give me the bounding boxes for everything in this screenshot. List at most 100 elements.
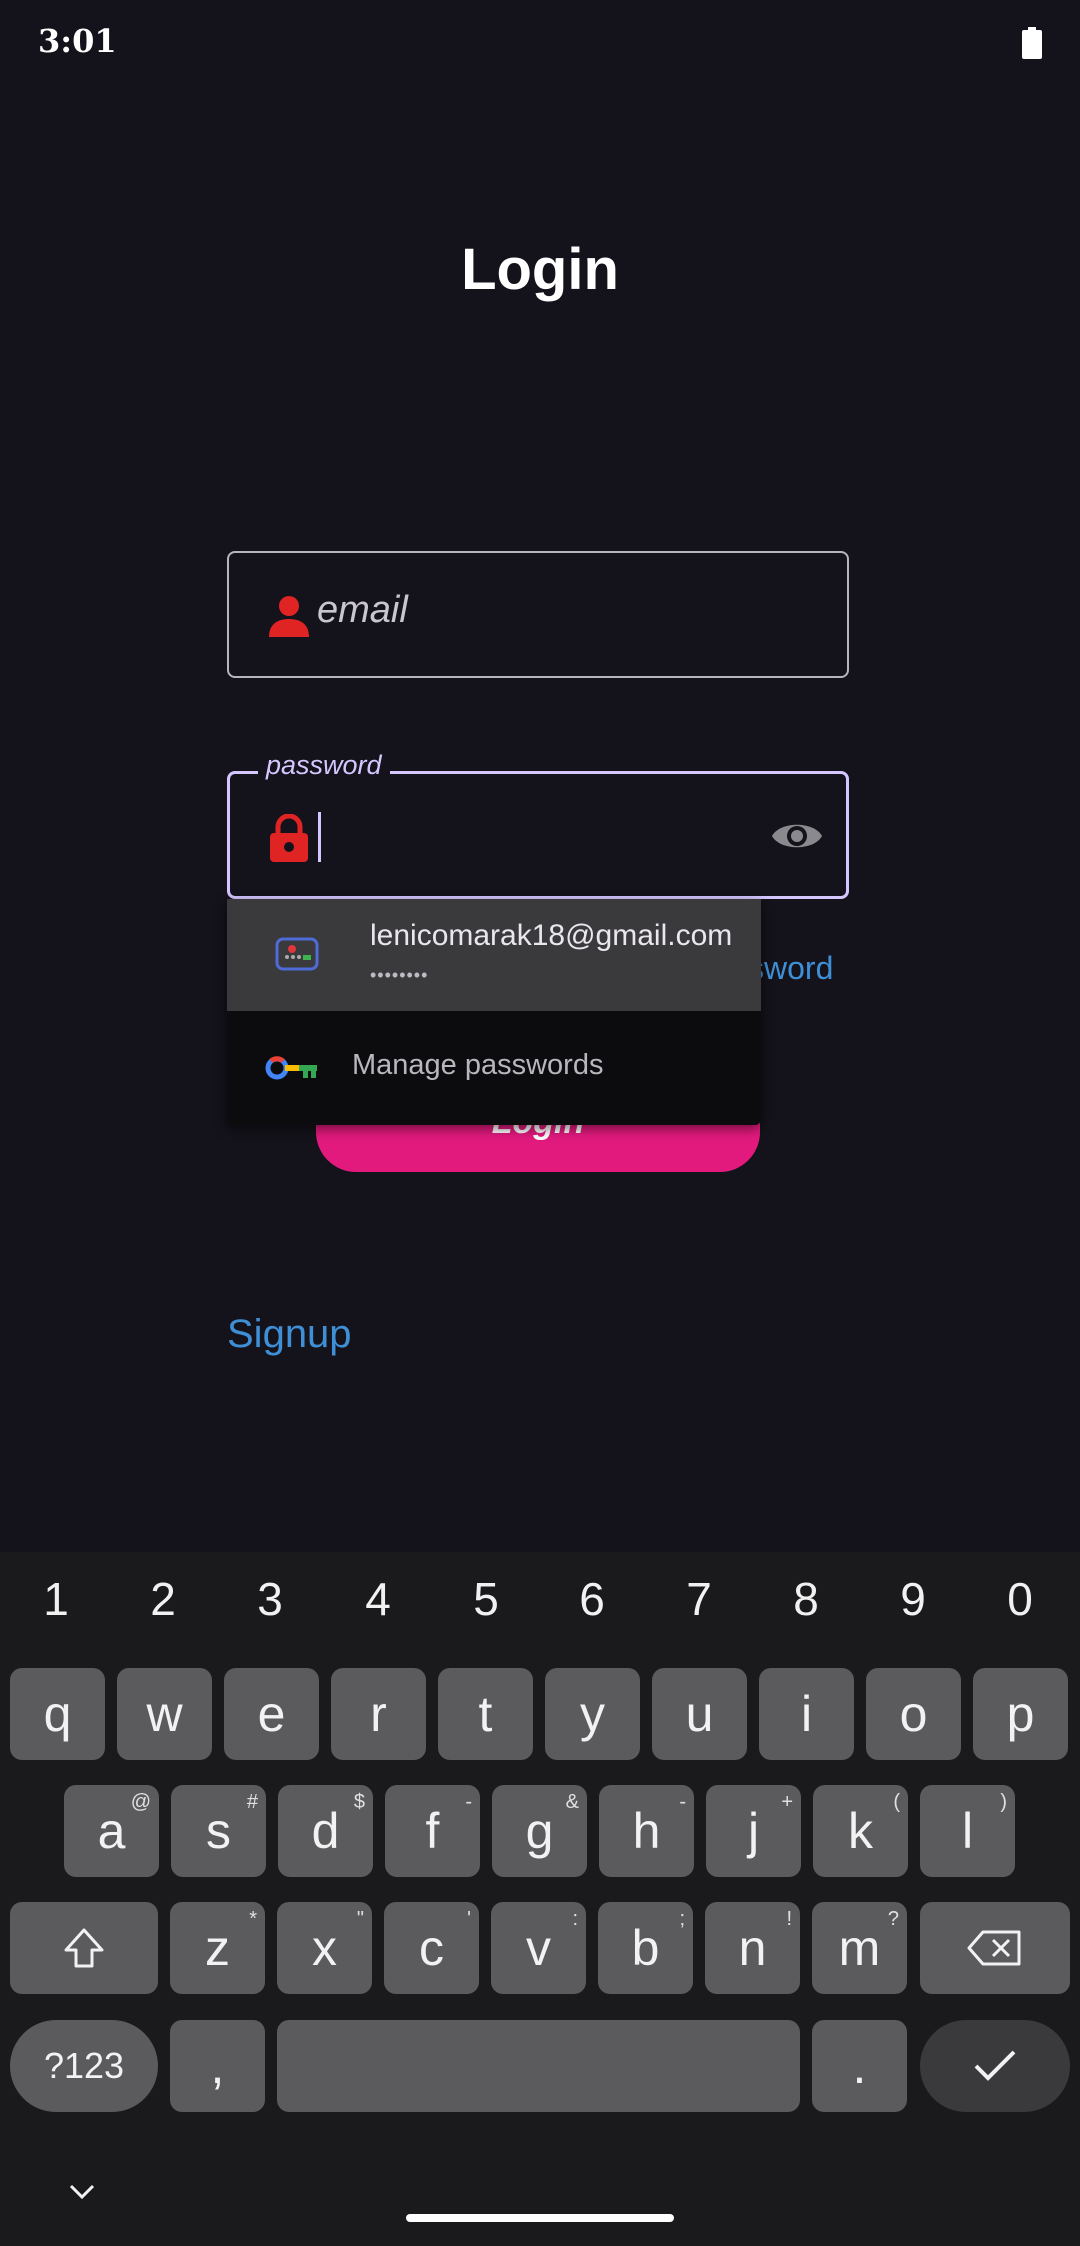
key-j[interactable]: j +: [706, 1785, 801, 1877]
key-q[interactable]: q: [10, 1668, 105, 1760]
key-label: r: [370, 1686, 387, 1742]
number-key-0[interactable]: 0: [990, 1572, 1050, 1626]
enter-key[interactable]: [920, 2020, 1070, 2112]
key-hint: !: [786, 1908, 792, 1930]
checkmark-icon: [974, 2050, 1016, 2081]
key-label: k: [848, 1803, 873, 1859]
lock-icon: [270, 814, 308, 862]
key-c[interactable]: c ': [384, 1902, 479, 1994]
key-label: m: [838, 1920, 881, 1976]
key-n[interactable]: n!: [705, 1902, 800, 1994]
key-u[interactable]: u: [652, 1668, 747, 1760]
key-a[interactable]: a @: [64, 1785, 159, 1877]
key-p[interactable]: p: [973, 1668, 1068, 1760]
key-k[interactable]: k(: [813, 1785, 908, 1877]
eye-icon[interactable]: [770, 816, 824, 856]
key-g[interactable]: g &: [492, 1785, 587, 1877]
autofill-popup: lenicomarak18@gmail.com •••••••• Manage …: [227, 899, 761, 1125]
key-hint: ": [356, 1908, 364, 1930]
autofill-password-mask: ••••••••: [370, 965, 429, 985]
key-label: g: [525, 1803, 554, 1859]
number-key-1[interactable]: 1: [26, 1572, 86, 1626]
shift-key[interactable]: [10, 1902, 158, 1994]
text-caret: [318, 812, 321, 862]
status-time: 3:01: [38, 22, 117, 60]
key-r[interactable]: r: [331, 1668, 426, 1760]
number-key-9[interactable]: 9: [883, 1572, 943, 1626]
email-field[interactable]: email: [227, 551, 849, 678]
key-y[interactable]: y: [545, 1668, 640, 1760]
key-d[interactable]: d $: [278, 1785, 373, 1877]
key-label: q: [43, 1686, 72, 1742]
space-key[interactable]: [277, 2020, 800, 2112]
key-h[interactable]: h-: [599, 1785, 694, 1877]
number-key-5[interactable]: 5: [456, 1572, 516, 1626]
key-label: u: [685, 1686, 714, 1742]
key-label: l: [961, 1803, 974, 1859]
key-label: c: [419, 1920, 444, 1976]
key-label: d: [311, 1803, 340, 1859]
key-label: v: [526, 1920, 551, 1976]
key-label: n: [738, 1920, 767, 1976]
key-e[interactable]: e: [224, 1668, 319, 1760]
key-hint: ): [1000, 1791, 1007, 1813]
manage-passwords-row[interactable]: Manage passwords: [227, 1011, 761, 1125]
key-label: b: [631, 1920, 660, 1976]
key-hint: @: [130, 1791, 151, 1813]
password-field[interactable]: password: [227, 750, 849, 899]
number-key-2[interactable]: 2: [133, 1572, 193, 1626]
battery-icon: [1022, 27, 1042, 59]
key-label: w: [146, 1686, 183, 1742]
number-key-7[interactable]: 7: [669, 1572, 729, 1626]
key-z[interactable]: z *: [170, 1902, 265, 1994]
key-f[interactable]: f-: [385, 1785, 480, 1877]
key-x[interactable]: x ": [277, 1902, 372, 1994]
key-icon: [265, 1056, 317, 1080]
key-v[interactable]: v:: [491, 1902, 586, 1994]
autofill-email: lenicomarak18@gmail.com: [370, 919, 733, 952]
key-w[interactable]: w: [117, 1668, 212, 1760]
autofill-credential-row[interactable]: lenicomarak18@gmail.com ••••••••: [227, 899, 761, 1011]
key-label: x: [312, 1920, 337, 1976]
period-key[interactable]: .: [812, 2020, 907, 2112]
key-i[interactable]: i: [759, 1668, 854, 1760]
key-label: f: [425, 1803, 440, 1859]
key-o[interactable]: o: [866, 1668, 961, 1760]
manage-passwords-label: Manage passwords: [352, 1049, 604, 1081]
key-s[interactable]: s #: [171, 1785, 266, 1877]
key-label: i: [800, 1686, 813, 1742]
key-hint: -: [465, 1791, 472, 1813]
symbols-key[interactable]: ?123: [10, 2020, 158, 2112]
key-label: h: [632, 1803, 661, 1859]
key-label: t: [478, 1686, 493, 1742]
backspace-key[interactable]: [920, 1902, 1070, 1994]
number-key-6[interactable]: 6: [562, 1572, 622, 1626]
key-label: s: [206, 1803, 231, 1859]
key-b[interactable]: b;: [598, 1902, 693, 1994]
number-key-4[interactable]: 4: [348, 1572, 408, 1626]
email-placeholder: email: [317, 589, 408, 631]
key-hint: -: [679, 1791, 686, 1813]
navigation-handle[interactable]: [406, 2214, 674, 2222]
number-key-8[interactable]: 8: [776, 1572, 836, 1626]
signup-link[interactable]: Signup: [227, 1312, 352, 1357]
key-label: p: [1006, 1686, 1035, 1742]
comma-key[interactable]: ,: [170, 2020, 265, 2112]
key-hint: ': [467, 1908, 471, 1930]
number-key-3[interactable]: 3: [240, 1572, 300, 1626]
soft-keyboard: 1234567890 qwertyuiop a @ s # d $ f - g & h - j + k(l)…: [0, 1552, 1080, 2246]
key-m[interactable]: m?: [812, 1902, 907, 1994]
key-t[interactable]: t: [438, 1668, 533, 1760]
chevron-down-icon[interactable]: [68, 2182, 96, 2202]
key-label: z: [205, 1920, 230, 1976]
key-hint: (: [893, 1791, 900, 1813]
key-hint: *: [249, 1908, 257, 1930]
key-l[interactable]: l): [920, 1785, 1015, 1877]
password-label: password: [258, 750, 390, 781]
key-hint: ?: [887, 1908, 899, 1930]
password-manager-icon: [275, 937, 319, 971]
backspace-icon: [967, 1930, 1021, 1966]
key-hint: &: [565, 1791, 579, 1813]
page-title: Login: [461, 237, 619, 302]
key-hint: ;: [679, 1908, 685, 1930]
